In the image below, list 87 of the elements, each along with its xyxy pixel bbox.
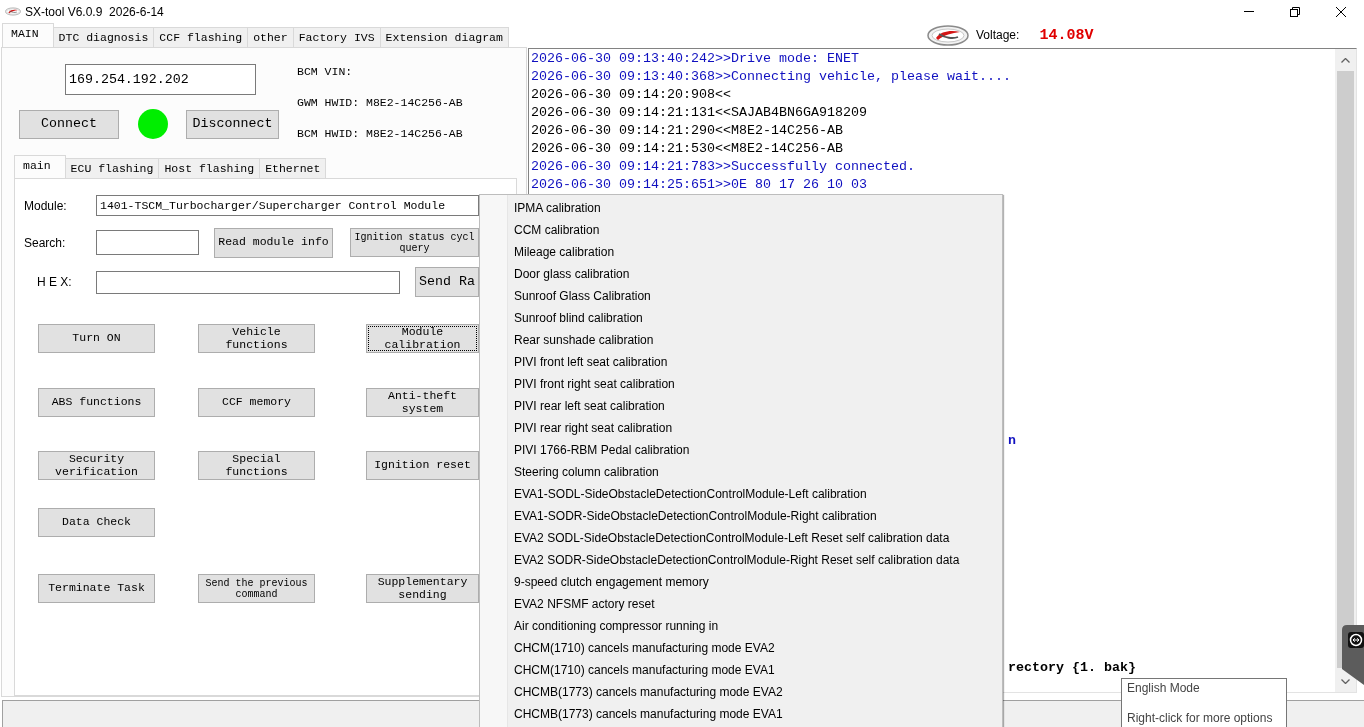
window-title: SX-tool V6.0.9 2026-6-14 xyxy=(25,4,164,19)
menu-item[interactable]: EVA1-SODR-SideObstacleDetectionControlModule-Right calibration xyxy=(480,505,1002,527)
function-button[interactable]: Terminate Task xyxy=(38,574,155,603)
function-button[interactable]: Vehicle functions xyxy=(198,324,315,353)
menu-item[interactable]: PIVI front left seat calibration xyxy=(480,351,1002,373)
menu-item[interactable]: Mileage calibration xyxy=(480,241,1002,263)
menu-item[interactable]: PIVI 1766-RBM Pedal calibration xyxy=(480,439,1002,461)
log-line: 2026-06-30 09:14:21:131<<SAJAB4BN6GA918209 xyxy=(531,104,867,122)
log-line: n xyxy=(1008,432,1016,450)
function-button[interactable]: CCF memory xyxy=(198,388,315,417)
tooltip-text: Right-click for more options xyxy=(1127,710,1273,726)
function-button[interactable]: Security verification xyxy=(38,451,155,480)
log-line: 2026-06-30 09:13:40:368>>Connecting vehicle, please wait.... xyxy=(531,68,1011,86)
function-button[interactable]: Ignition reset xyxy=(366,451,479,480)
log-line: 2026-06-30 09:14:20:908<< xyxy=(531,86,731,104)
log-line: 2026-06-30 09:14:21:530<<M8E2-14C256-AB xyxy=(531,140,843,158)
send-button[interactable]: Send Ra xyxy=(415,267,479,297)
menu-item[interactable]: EVA2 SODL-SideObstacleDetectionControlModule-Left Reset self calibration data xyxy=(480,527,1002,549)
menu-item[interactable]: Air conditioning compressor running in xyxy=(480,615,1002,637)
scrollbar-thumb[interactable] xyxy=(1337,71,1354,668)
tab[interactable]: Extension diagram xyxy=(379,27,509,47)
tab[interactable]: Factory IVS xyxy=(292,27,381,47)
menu-item[interactable]: CCM calibration xyxy=(480,219,1002,241)
address-field[interactable]: 169.254.192.202 xyxy=(65,64,256,95)
menu-item[interactable]: Sunroof blind calibration xyxy=(480,307,1002,329)
ignition-query-button[interactable]: Ignition status cycl query xyxy=(350,228,479,257)
menu-item[interactable]: EVA2 SODR-SideObstacleDetectionControlModule-Right Reset self calibration data xyxy=(480,549,1002,571)
hex-field[interactable] xyxy=(96,270,400,294)
voltage-value: 14.08V xyxy=(1039,26,1094,44)
menu-item[interactable]: Door glass calibration xyxy=(480,263,1002,285)
connect-button[interactable]: Connect xyxy=(19,109,119,139)
menu-item[interactable]: CHCM(1710) cancels manufacturing mode EVA2 xyxy=(480,637,1002,659)
menu-item[interactable]: EVA2 NFSMF actory reset xyxy=(480,593,1002,615)
minimize-icon xyxy=(1244,11,1254,12)
log-line: 2026-06-30 09:14:21:290<<M8E2-14C256-AB xyxy=(531,122,843,140)
search-field[interactable] xyxy=(96,230,199,255)
info-text: BCM HWID: M8E2-14C256-AB xyxy=(297,126,463,142)
function-button[interactable]: Data Check xyxy=(38,508,155,537)
restore-icon xyxy=(1290,6,1300,17)
tab[interactable]: MAIN xyxy=(2,23,54,47)
tooltip-text: English Mode xyxy=(1127,680,1200,696)
info-text: BCM VIN: xyxy=(297,64,353,80)
function-button[interactable]: Special functions xyxy=(198,451,315,480)
function-button[interactable]: Module calibration xyxy=(366,324,479,353)
field-label: H E X: xyxy=(37,275,72,289)
tab[interactable]: Ethernet xyxy=(259,158,327,178)
menu-item[interactable]: CHCMB(1773) cancels manufacturing mode EVA1 xyxy=(480,703,1002,725)
menu-item[interactable]: EVA1-SODL-SideObstacleDetectionControlModule-Left calibration xyxy=(480,483,1002,505)
log-line: 2026-06-30 09:14:21:783>>Successfully connected. xyxy=(531,158,915,176)
function-button[interactable]: Send the previous command xyxy=(198,574,315,603)
log-line: 2026-06-30 09:13:40:242>>Drive mode: ENET xyxy=(531,50,859,68)
voltage-label: Voltage: xyxy=(976,28,1020,42)
menu-item[interactable]: PIVI front right seat calibration xyxy=(480,373,1002,395)
function-button[interactable]: Turn ON xyxy=(38,324,155,353)
field-label: Search: xyxy=(24,235,66,250)
log-line: 2026-06-30 09:14:25:651>>0E 80 17 26 10 03 xyxy=(531,176,867,194)
module-dropdown[interactable]: 1401-TSCM_Turbocharger/Supercharger Control Module xyxy=(96,195,479,216)
read-info-button[interactable]: Read module info xyxy=(214,227,333,258)
close-icon xyxy=(1336,6,1346,17)
function-button[interactable]: Supplementary sending xyxy=(366,574,479,603)
menu-item[interactable]: Rear sunshade calibration xyxy=(480,329,1002,351)
info-text: GWM HWID: M8E2-14C256-AB xyxy=(297,95,463,111)
menu-item[interactable]: PIVI rear left seat calibration xyxy=(480,395,1002,417)
oval-logo-icon xyxy=(927,24,969,46)
function-button[interactable]: ABS functions xyxy=(38,388,155,417)
function-button[interactable]: Anti-theft system xyxy=(366,388,479,417)
menu-item[interactable]: Steering column calibration xyxy=(480,461,1002,483)
menu-item[interactable]: Sunroof Glass Calibration xyxy=(480,285,1002,307)
log-scrollbar[interactable] xyxy=(1335,49,1356,692)
menu-item[interactable]: IPMA calibration xyxy=(480,197,1002,219)
field-label: Module: xyxy=(24,198,67,213)
chevron-down-icon[interactable] xyxy=(1341,678,1350,684)
tab[interactable]: DTC diagnosis xyxy=(52,27,155,47)
menu-item[interactable]: 9-speed clutch engagement memory xyxy=(480,571,1002,593)
log-line: rectory {1. bak} xyxy=(1008,659,1136,677)
disconnect-button[interactable]: Disconnect xyxy=(186,109,279,139)
tab[interactable]: CCF flashing xyxy=(153,27,249,47)
menu-item[interactable]: CHCMB(1773) cancels manufacturing mode EVA2 xyxy=(480,681,1002,703)
menu-item[interactable]: PIVI rear right seat calibration xyxy=(480,417,1002,439)
tab[interactable]: Host flashing xyxy=(158,158,261,178)
oval-logo-icon xyxy=(5,7,21,16)
tab[interactable]: ECU flashing xyxy=(64,158,160,178)
chevron-up-icon[interactable] xyxy=(1341,57,1350,63)
arrows-tab-icon[interactable] xyxy=(1342,625,1364,685)
tab[interactable]: other xyxy=(247,27,294,47)
tab[interactable]: main xyxy=(14,155,66,178)
menu-item[interactable]: CHCM(1710) cancels manufacturing mode EVA1 xyxy=(480,659,1002,681)
